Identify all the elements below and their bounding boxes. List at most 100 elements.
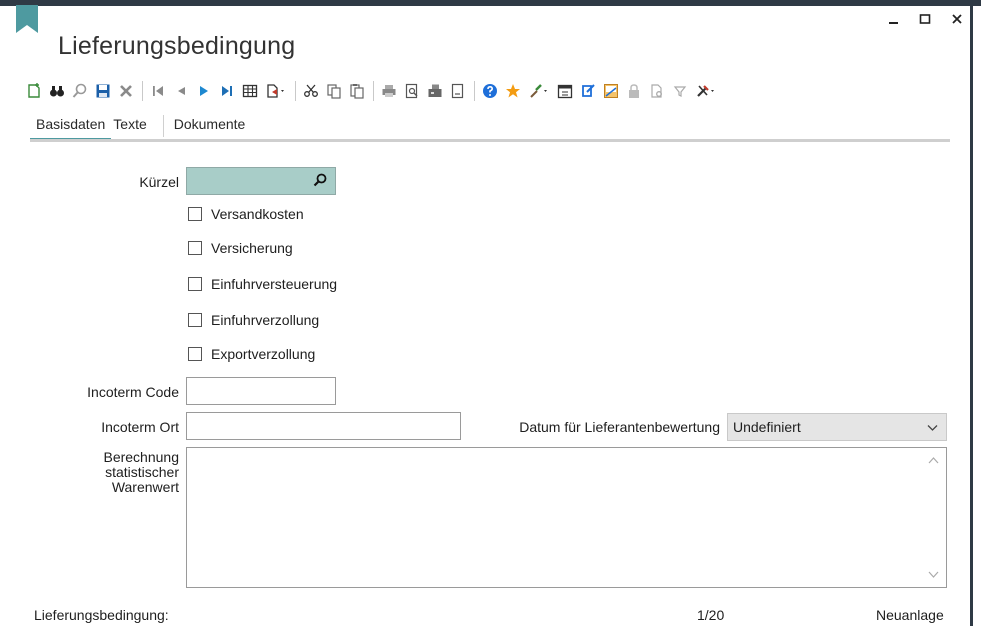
maximize-icon <box>919 14 931 24</box>
elo-archive-icon <box>604 84 618 98</box>
incoterm-ort-field[interactable] <box>186 412 461 440</box>
lock-button[interactable] <box>624 80 644 102</box>
incoterm-code-field[interactable] <box>186 377 336 405</box>
close-button[interactable] <box>946 8 968 30</box>
delete-button[interactable] <box>116 80 136 102</box>
select-value: Undefiniert <box>733 419 801 435</box>
toolbar-separator <box>142 81 143 101</box>
print-preview-button[interactable] <box>402 80 422 102</box>
berechnung-label-line: Berechnung <box>103 449 179 465</box>
previous-record-icon <box>178 87 185 95</box>
chevron-down-icon <box>927 425 938 431</box>
next-record-button[interactable] <box>194 80 214 102</box>
checkbox-exportverzollung[interactable]: Exportverzollung <box>188 346 315 362</box>
tools-dropdown-button[interactable] <box>693 80 719 102</box>
tab-texte[interactable]: Texte <box>111 113 152 141</box>
fax-button[interactable] <box>425 80 445 102</box>
calendar-button[interactable] <box>555 80 575 102</box>
status-record-position: 1/20 <box>697 607 725 623</box>
cut-icon <box>304 84 318 97</box>
save-icon <box>96 84 110 98</box>
toolbar <box>24 78 722 104</box>
filter-button[interactable] <box>670 80 690 102</box>
checkbox-einfuhrversteuerung[interactable]: Einfuhrversteuerung <box>188 276 337 292</box>
refresh-button[interactable] <box>578 80 598 102</box>
checkbox-label: Einfuhrverzollung <box>211 312 320 328</box>
tools-dropdown-icon <box>697 85 714 97</box>
close-icon <box>952 14 962 24</box>
berechnung-label-line: statistischer <box>105 464 179 480</box>
incoterm-code-label: Incoterm Code <box>87 384 179 400</box>
datum-lieferantenbewertung-select[interactable]: Undefiniert <box>727 413 947 441</box>
fax-icon <box>428 84 442 97</box>
checkbox-label: Exportverzollung <box>211 346 316 362</box>
checkbox-label: Versicherung <box>211 240 293 256</box>
checkbox-versandkosten[interactable]: Versandkosten <box>188 206 304 222</box>
export-dropdown-button[interactable] <box>263 80 289 102</box>
delete-icon <box>120 85 132 97</box>
document-settings-icon <box>651 84 662 98</box>
checkbox-box[interactable] <box>188 313 202 327</box>
tab-dokumente[interactable]: Dokumente <box>174 113 252 141</box>
tab-basisdaten[interactable]: Basisdaten <box>30 113 112 141</box>
table-view-button[interactable] <box>240 80 260 102</box>
new-record-button[interactable] <box>24 80 44 102</box>
tab-underline-rule <box>30 139 950 142</box>
tab-bar: Basisdaten Texte Dokumente <box>30 113 251 141</box>
minimize-button[interactable] <box>883 8 905 30</box>
checkbox-label: Einfuhrversteuerung <box>211 276 338 292</box>
copy-icon <box>327 84 341 99</box>
status-record-type: Lieferungsbedingung: <box>34 607 169 623</box>
filter-icon <box>673 86 687 97</box>
print-preview-icon <box>405 83 418 99</box>
search-icon <box>72 83 87 98</box>
new-record-icon <box>28 83 40 98</box>
bookmark-icon[interactable] <box>16 5 38 33</box>
checkbox-einfuhrverzollung[interactable]: Einfuhrverzollung <box>188 312 319 328</box>
berechnung-label-line: Warenwert <box>111 479 179 495</box>
scroll-up-icon[interactable] <box>928 456 939 465</box>
document-preview-button[interactable] <box>448 80 468 102</box>
elo-archive-button[interactable] <box>601 80 621 102</box>
help-button[interactable] <box>480 80 500 102</box>
checkbox-box[interactable] <box>188 347 202 361</box>
tab-separator <box>162 115 164 137</box>
favorite-button[interactable] <box>503 80 523 102</box>
checkbox-label: Versandkosten <box>211 206 304 222</box>
search-button[interactable] <box>70 80 90 102</box>
document-settings-button[interactable] <box>647 80 667 102</box>
last-record-icon <box>222 86 232 96</box>
toolbar-separator <box>474 81 475 101</box>
last-record-button[interactable] <box>217 80 237 102</box>
save-button[interactable] <box>93 80 113 102</box>
status-mode: Neuanlage <box>876 607 944 623</box>
checkbox-box[interactable] <box>188 207 202 221</box>
lock-icon <box>629 84 639 98</box>
calendar-icon <box>557 84 573 99</box>
previous-record-button[interactable] <box>171 80 191 102</box>
first-record-button[interactable] <box>148 80 168 102</box>
table-view-icon <box>242 84 258 98</box>
next-record-icon <box>200 86 208 96</box>
minimize-icon <box>889 22 898 24</box>
window-top-border <box>0 0 981 6</box>
checkbox-box[interactable] <box>188 277 202 291</box>
print-button[interactable] <box>379 80 399 102</box>
scroll-down-icon[interactable] <box>928 570 939 579</box>
cut-button[interactable] <box>301 80 321 102</box>
binoculars-icon <box>50 86 64 97</box>
lookup-search-icon[interactable] <box>313 173 327 187</box>
window-right-border <box>970 6 973 626</box>
paste-button[interactable] <box>347 80 367 102</box>
kuerzel-field[interactable] <box>186 167 336 195</box>
brush-dropdown-button[interactable] <box>526 80 552 102</box>
binoculars-button[interactable] <box>47 80 67 102</box>
checkbox-box[interactable] <box>188 241 202 255</box>
toolbar-separator <box>373 81 374 101</box>
document-preview-icon <box>451 83 464 99</box>
refresh-icon <box>582 84 595 97</box>
checkbox-versicherung[interactable]: Versicherung <box>188 240 293 256</box>
berechnung-textarea[interactable] <box>186 447 947 588</box>
maximize-button[interactable] <box>914 8 936 30</box>
copy-button[interactable] <box>324 80 344 102</box>
